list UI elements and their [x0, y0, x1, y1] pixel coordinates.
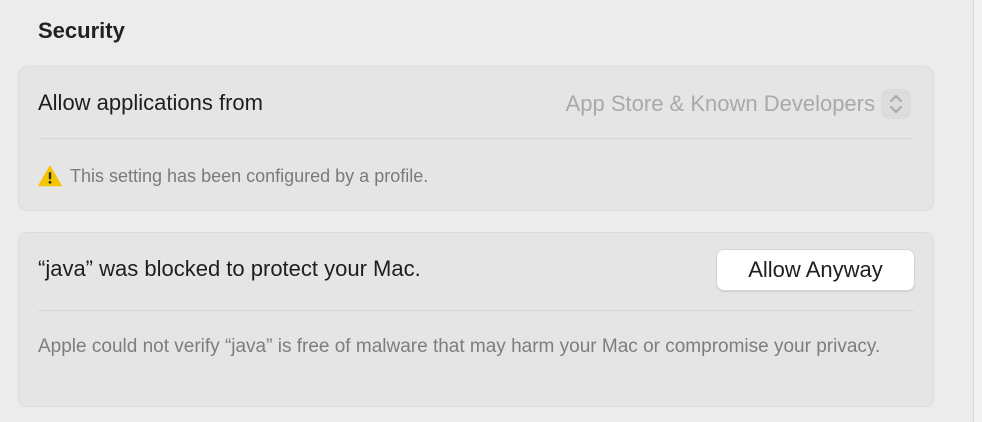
chevron-up-down-icon — [881, 89, 911, 119]
profile-note-text: This setting has been configured by a pr… — [70, 166, 429, 186]
section-title: Security — [38, 18, 125, 43]
allow-applications-label: Allow applications from — [38, 90, 263, 115]
divider — [38, 138, 914, 139]
profile-note: This setting has been configured by a pr… — [38, 162, 428, 190]
allow-applications-popup[interactable]: App Store & Known Developers — [566, 89, 911, 119]
allow-anyway-button[interactable]: Allow Anyway — [716, 249, 915, 291]
warning-icon — [38, 165, 62, 187]
window-edge — [973, 0, 982, 422]
allow-applications-card: Allow applications from App Store & Know… — [18, 66, 934, 211]
blocked-description: Apple could not verify “java” is free of… — [38, 336, 881, 357]
blocked-app-card: “java” was blocked to protect your Mac. … — [18, 232, 934, 407]
divider — [38, 310, 914, 311]
allow-applications-value: App Store & Known Developers — [565, 91, 875, 116]
blocked-message: “java” was blocked to protect your Mac. — [38, 256, 421, 281]
